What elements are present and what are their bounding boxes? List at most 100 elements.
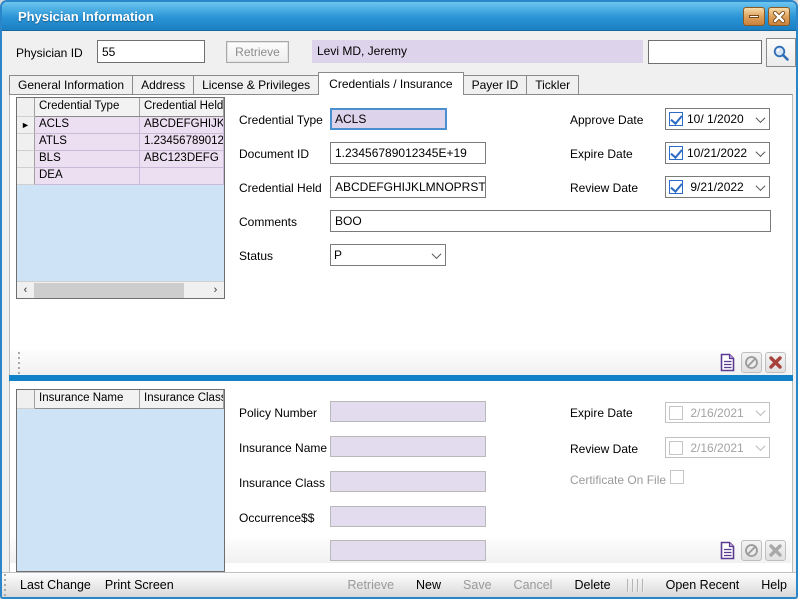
search-button[interactable]: [766, 38, 796, 67]
cell-credential-held[interactable]: ABC123DEFG: [140, 151, 224, 168]
tab-credentials-insurance[interactable]: Credentials / Insurance: [318, 72, 463, 95]
table-row[interactable]: ► ACLS ABCDEFGHIJKLM: [17, 117, 224, 134]
insurance-class-field: [330, 471, 486, 492]
cell-credential-held[interactable]: [140, 168, 224, 185]
statusbar-grip[interactable]: [4, 574, 6, 596]
approve-date-value: 10/ 1/2020: [687, 112, 753, 126]
insurance-grid-header: Insurance Name Insurance Class: [17, 390, 224, 409]
delete-button[interactable]: Delete: [574, 578, 610, 592]
tab-address[interactable]: Address: [133, 75, 194, 95]
insurance-grid[interactable]: Insurance Name Insurance Class: [16, 389, 225, 572]
comments-label: Comments: [239, 215, 297, 229]
column-header-credential-held[interactable]: Credential Held: [140, 98, 224, 117]
cell-credential-held[interactable]: 1.2345678901234: [140, 134, 224, 151]
scroll-right-icon[interactable]: ›: [207, 282, 224, 299]
prohibited-icon: [744, 355, 759, 370]
insurance-name-label: Insurance Name: [239, 441, 327, 455]
search-input[interactable]: [648, 40, 762, 64]
cell-credential-held[interactable]: ABCDEFGHIJKLM: [140, 117, 224, 134]
new-record-button[interactable]: [717, 352, 738, 373]
status-dropdown[interactable]: P: [330, 244, 446, 266]
chevron-down-icon: [756, 406, 766, 416]
physician-id-input[interactable]: [97, 40, 205, 63]
horizontal-scrollbar[interactable]: ‹ ›: [17, 281, 224, 298]
insurance-expire-date-label: Expire Date: [570, 406, 633, 420]
help-button[interactable]: Help: [761, 578, 787, 592]
print-screen-button[interactable]: Print Screen: [105, 578, 174, 592]
column-header-credential-type[interactable]: Credential Type: [35, 98, 140, 117]
insurance-review-value: 2/16/2021: [687, 441, 753, 455]
tab-tickler[interactable]: Tickler: [527, 75, 579, 95]
section-splitter[interactable]: [9, 375, 793, 381]
credentials-grid[interactable]: Credential Type Credential Held ► ACLS A…: [16, 97, 225, 299]
credential-type-label: Credential Type: [239, 113, 323, 127]
grid-selector-header: [17, 390, 35, 409]
disable-insurance-button: [741, 540, 762, 561]
cell-credential-type[interactable]: ACLS: [35, 117, 140, 134]
document-icon: [719, 353, 736, 372]
toolstrip-grip[interactable]: [18, 352, 20, 374]
column-header-insurance-name[interactable]: Insurance Name: [35, 390, 140, 409]
retrieve-button[interactable]: Retrieve: [226, 41, 289, 63]
insurance-extra-field: [330, 540, 486, 561]
expire-date-checkbox[interactable]: [669, 146, 683, 160]
cell-credential-type[interactable]: DEA: [35, 168, 140, 185]
cell-credential-type[interactable]: BLS: [35, 151, 140, 168]
expire-date-label: Expire Date: [570, 147, 633, 161]
status-bar: Last Change Print Screen Retrieve New Sa…: [2, 572, 796, 597]
chevron-down-icon: [756, 147, 766, 157]
comments-field[interactable]: BOO: [330, 210, 771, 232]
minimize-button[interactable]: [743, 7, 765, 26]
certificate-on-file-checkbox: [670, 470, 684, 484]
close-button[interactable]: [768, 7, 790, 26]
tab-license-privileges[interactable]: License & Privileges: [194, 75, 319, 95]
review-date-checkbox[interactable]: [669, 180, 683, 194]
last-change-button[interactable]: Last Change: [20, 578, 91, 592]
certificate-on-file-label: Certificate On File: [570, 473, 666, 487]
row-selector-arrow-icon: ►: [17, 117, 35, 134]
document-id-field[interactable]: 1.23456789012345E+19: [330, 142, 486, 164]
table-row[interactable]: ATLS 1.2345678901234: [17, 134, 224, 151]
cell-credential-type[interactable]: ATLS: [35, 134, 140, 151]
credential-held-field[interactable]: ABCDEFGHIJKLMNOPRSTU: [330, 176, 486, 198]
search-icon: [772, 44, 790, 62]
new-button[interactable]: New: [416, 578, 441, 592]
chevron-down-icon: [432, 249, 442, 259]
table-row[interactable]: DEA: [17, 168, 224, 185]
table-row[interactable]: BLS ABC123DEFG: [17, 151, 224, 168]
row-selector: [17, 134, 35, 151]
approve-date-checkbox[interactable]: [669, 112, 683, 126]
credentials-grid-header: Credential Type Credential Held: [17, 98, 224, 117]
occurrence-label: Occurrence$$: [239, 511, 314, 525]
approve-date-label: Approve Date: [570, 113, 643, 127]
insurance-expire-date-picker: 2/16/2021: [665, 402, 770, 423]
document-id-label: Document ID: [239, 147, 309, 161]
new-insurance-button[interactable]: [717, 540, 738, 561]
grid-selector-header: [17, 98, 35, 117]
insurance-name-field: [330, 436, 486, 457]
scroll-left-icon[interactable]: ‹: [17, 282, 34, 299]
disable-record-button: [741, 352, 762, 373]
tab-strip: General Information Address License & Pr…: [9, 72, 579, 95]
insurance-review-date-picker: 2/16/2021: [665, 437, 770, 458]
tab-payer-id[interactable]: Payer ID: [464, 75, 528, 95]
tab-general-information[interactable]: General Information: [9, 75, 133, 95]
insurance-expire-checkbox: [669, 406, 683, 420]
chevron-down-icon: [756, 181, 766, 191]
column-header-insurance-class[interactable]: Insurance Class: [140, 390, 224, 409]
close-icon: [773, 11, 785, 23]
credential-held-label: Credential Held: [239, 181, 322, 195]
minimize-icon: [749, 15, 759, 18]
delete-record-button[interactable]: [765, 352, 786, 373]
status-value: P: [334, 248, 429, 262]
prohibited-icon: [744, 543, 759, 558]
approve-date-picker[interactable]: 10/ 1/2020: [665, 108, 770, 130]
delete-insurance-button: [765, 540, 786, 561]
physician-name-display: Levi MD, Jeremy: [312, 40, 643, 63]
review-date-value: 9/21/2022: [687, 180, 753, 194]
review-date-picker[interactable]: 9/21/2022: [665, 176, 770, 198]
open-recent-button[interactable]: Open Recent: [666, 578, 740, 592]
credential-type-field[interactable]: ACLS: [330, 108, 447, 130]
expire-date-picker[interactable]: 10/21/2022: [665, 142, 770, 164]
scrollbar-thumb[interactable]: [34, 283, 184, 298]
